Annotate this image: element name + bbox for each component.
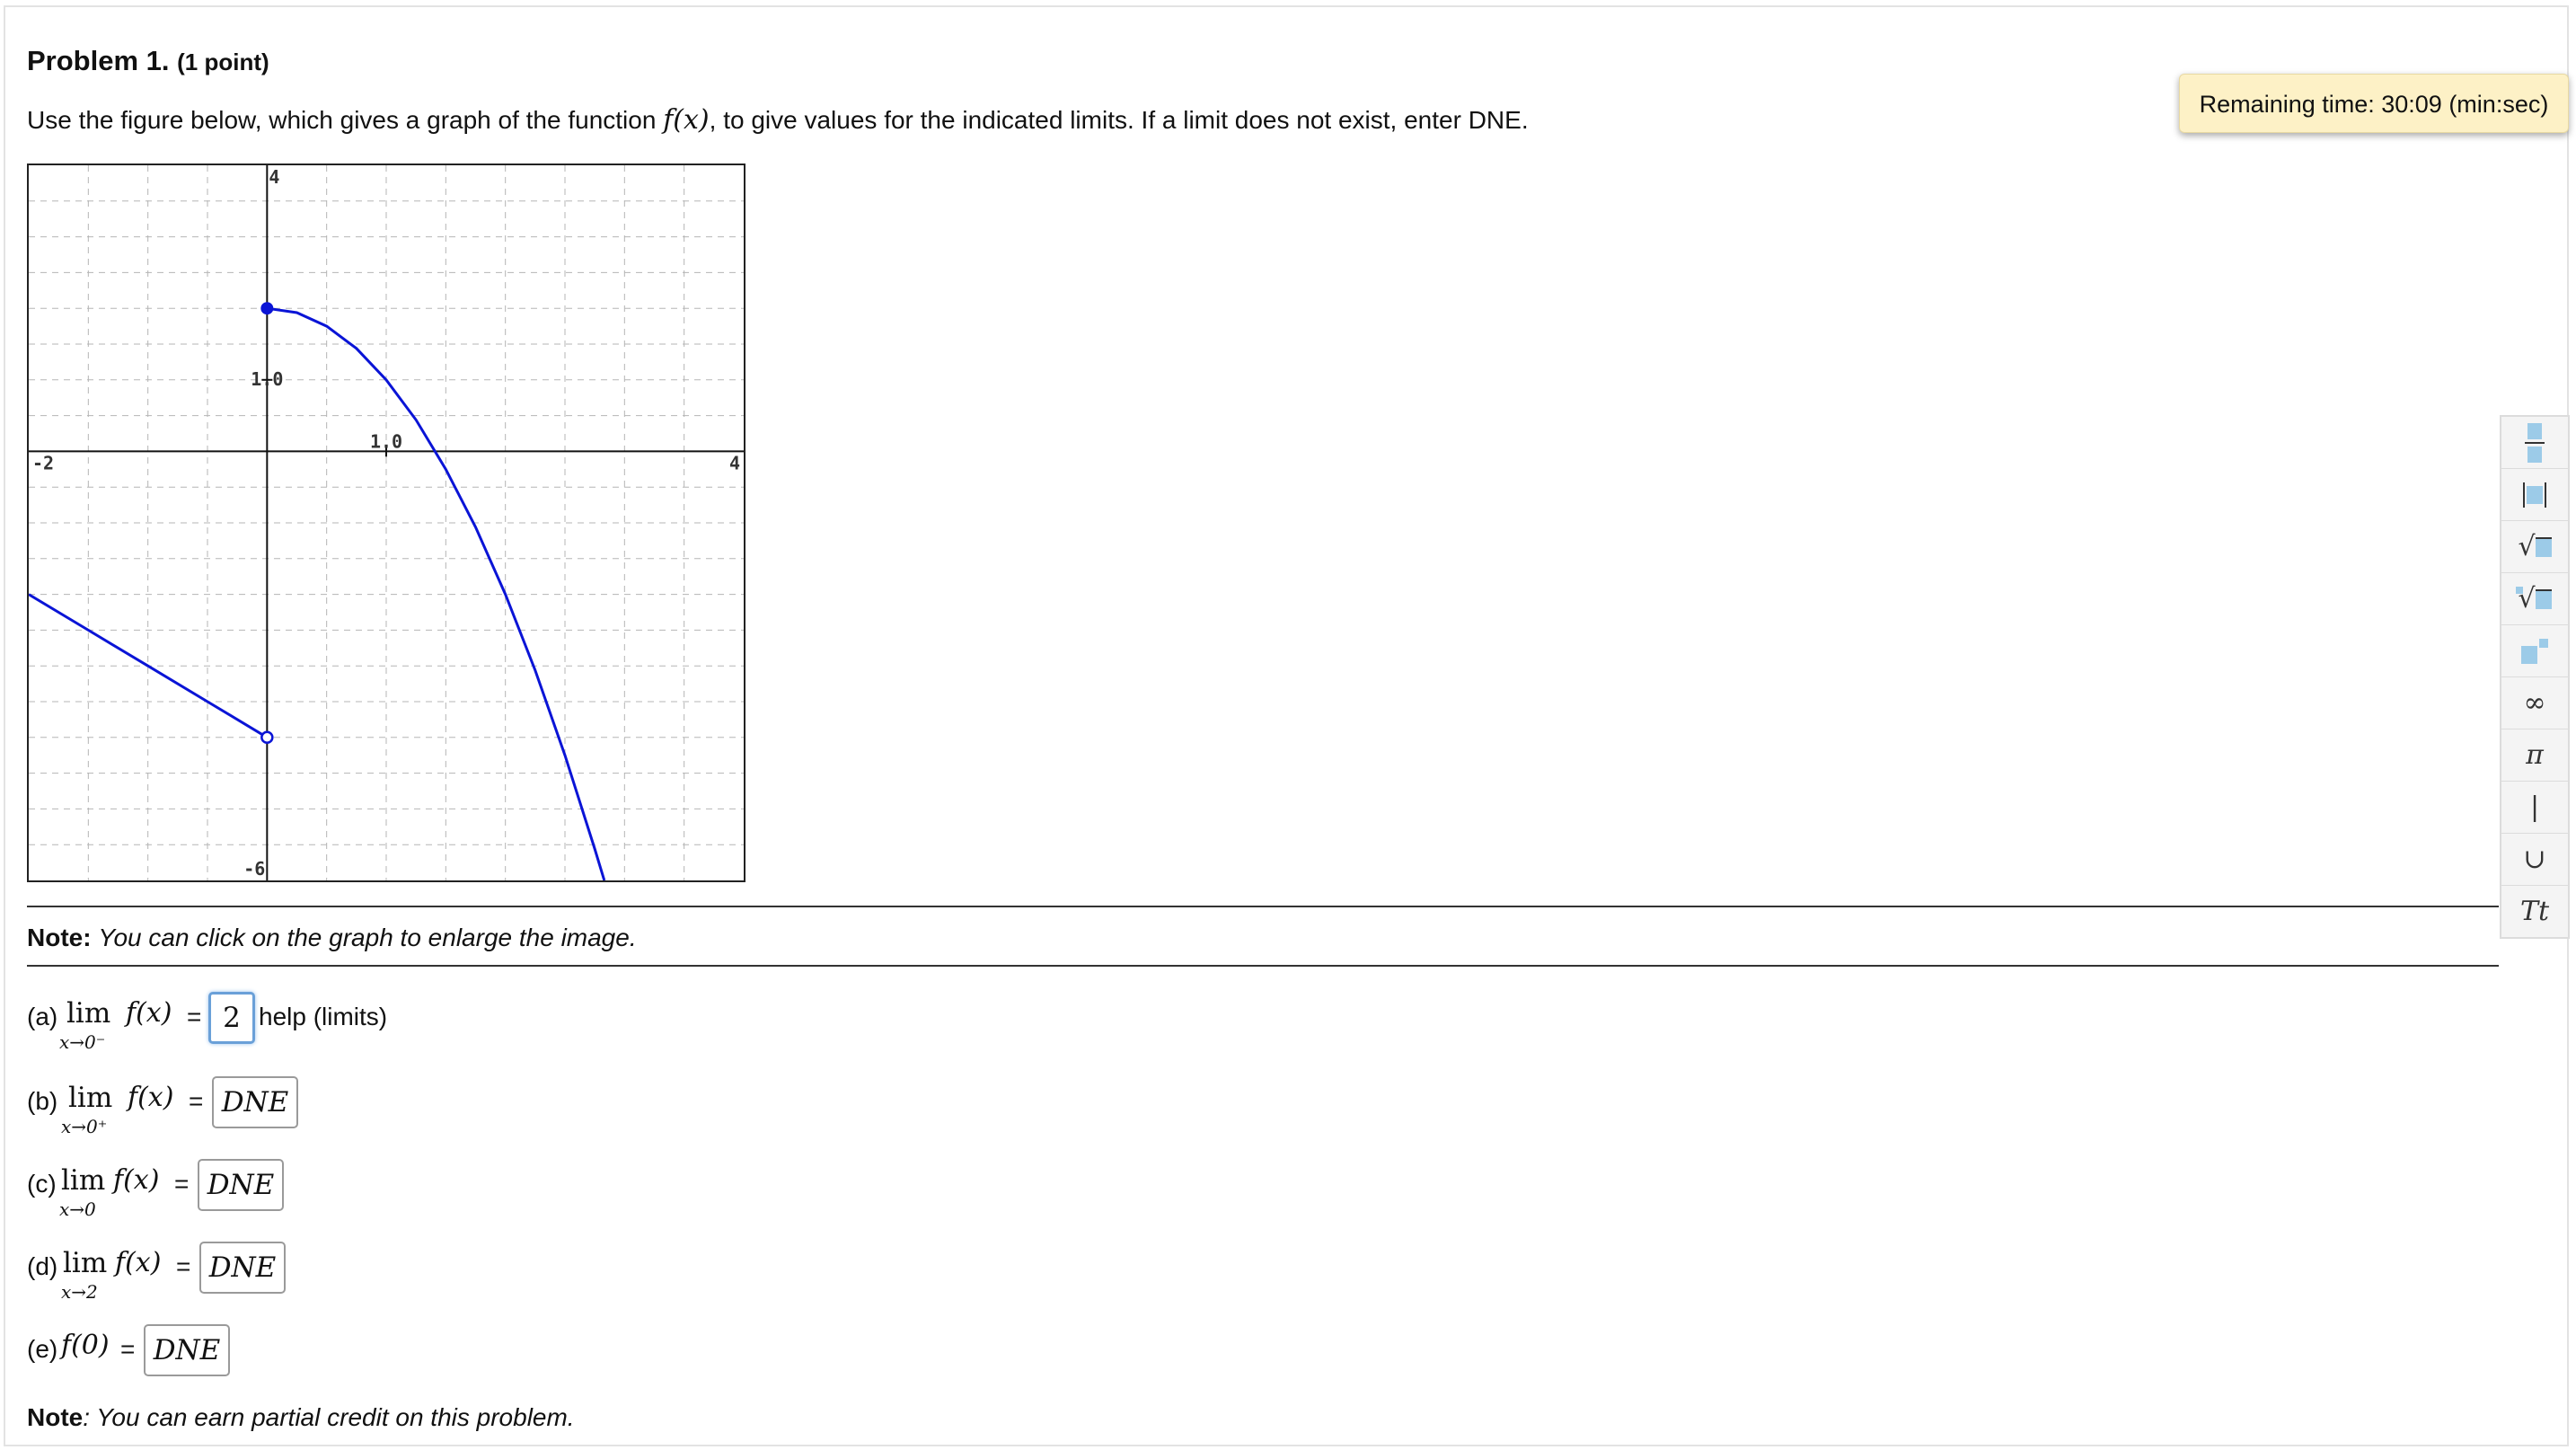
remaining-time-banner: Remaining time: 30:09 (min:sec) bbox=[2179, 74, 2569, 133]
question-label: (a) bbox=[27, 1003, 58, 1030]
instructions-text-2: , to give values for the indicated limit… bbox=[709, 106, 1529, 134]
x-tick-label: 1.0 bbox=[370, 430, 402, 452]
limit-operator: lim bbox=[66, 997, 111, 1030]
function-graph[interactable]: -2 4 4 -6 1.0 1.0 bbox=[27, 164, 745, 882]
limit-subscript: x→0⁻ bbox=[59, 1031, 106, 1053]
partial-credit-label: Note bbox=[27, 1403, 84, 1431]
answer-input-c[interactable]: DNE bbox=[198, 1159, 284, 1211]
divider-top bbox=[27, 906, 2499, 907]
answer-input-a[interactable]: 2 bbox=[208, 992, 255, 1044]
limit-operator: lim bbox=[68, 1082, 113, 1114]
question-label: (b) bbox=[27, 1087, 58, 1115]
limit-expression: f(x) bbox=[113, 1164, 160, 1196]
exponent-icon[interactable] bbox=[2501, 625, 2568, 677]
infinity-icon[interactable]: ∞ bbox=[2501, 677, 2568, 729]
union-icon[interactable]: ∪ bbox=[2501, 834, 2568, 886]
absolute-value-icon[interactable] bbox=[2501, 469, 2568, 521]
graph-note: Note: You can click on the graph to enla… bbox=[27, 924, 637, 952]
limit-subscript: x→2 bbox=[61, 1281, 98, 1303]
answer-input-e[interactable]: DNE bbox=[144, 1324, 230, 1376]
equals-sign: = bbox=[174, 1170, 190, 1198]
fraction-icon[interactable] bbox=[2501, 417, 2568, 469]
closed-endpoint-dot bbox=[260, 302, 274, 315]
text-mode-icon[interactable]: Tt bbox=[2501, 886, 2568, 937]
limit-expression: f(x) bbox=[115, 1247, 162, 1278]
divider-bottom bbox=[27, 965, 2499, 967]
y-max-label: 4 bbox=[269, 166, 279, 188]
answer-input-b[interactable]: DNE bbox=[212, 1076, 298, 1128]
problem-title: Problem 1. (1 point) bbox=[27, 45, 269, 76]
x-min-label: -2 bbox=[32, 452, 54, 473]
value-expression: f(0) bbox=[61, 1330, 110, 1361]
partial-credit-note: Note: You can earn partial credit on thi… bbox=[27, 1403, 575, 1432]
equals-sign: = bbox=[176, 1252, 191, 1280]
limit-operator: lim bbox=[63, 1247, 108, 1279]
equals-sign: = bbox=[187, 1003, 202, 1030]
equals-sign: = bbox=[189, 1087, 204, 1115]
limit-expression: f(x) bbox=[128, 1082, 174, 1113]
graph-note-label: Note: bbox=[27, 924, 92, 951]
nth-root-icon[interactable]: √ bbox=[2501, 573, 2568, 625]
right-curve-piece bbox=[267, 306, 606, 880]
instructions-text-1: Use the figure below, which gives a grap… bbox=[27, 106, 664, 134]
x-max-label: 4 bbox=[729, 452, 740, 473]
function-name: f(x) bbox=[663, 104, 710, 136]
graph-grid bbox=[29, 165, 744, 880]
question-label: (d) bbox=[27, 1252, 58, 1280]
limit-operator: lim bbox=[61, 1164, 106, 1197]
question-label: (e) bbox=[27, 1335, 58, 1363]
equals-sign: = bbox=[120, 1335, 136, 1363]
answer-input-d[interactable]: DNE bbox=[199, 1242, 286, 1294]
limit-subscript: x→0 bbox=[59, 1198, 96, 1220]
limit-subscript: x→0⁺ bbox=[61, 1116, 108, 1137]
open-endpoint-dot bbox=[260, 730, 274, 745]
graph-canvas: -2 4 4 -6 1.0 1.0 bbox=[29, 165, 744, 880]
y-tick-label: 1.0 bbox=[251, 368, 283, 390]
partial-credit-text: : You can earn partial credit on this pr… bbox=[83, 1403, 575, 1431]
help-limits-link[interactable]: help (limits) bbox=[259, 1003, 387, 1031]
pi-icon[interactable]: π bbox=[2501, 729, 2568, 782]
problem-points: (1 point) bbox=[177, 49, 269, 75]
square-root-icon[interactable]: √ bbox=[2501, 521, 2568, 573]
y-min-label: -6 bbox=[243, 858, 265, 880]
question-label: (c) bbox=[27, 1170, 57, 1198]
such-that-icon[interactable]: | bbox=[2501, 782, 2568, 834]
math-toolbar: √ √ ∞ π | ∪ Tt bbox=[2500, 415, 2570, 939]
graph-note-text: You can click on the graph to enlarge th… bbox=[98, 924, 637, 951]
problem-instructions: Use the figure below, which gives a grap… bbox=[27, 104, 1529, 136]
limit-expression: f(x) bbox=[126, 997, 172, 1029]
